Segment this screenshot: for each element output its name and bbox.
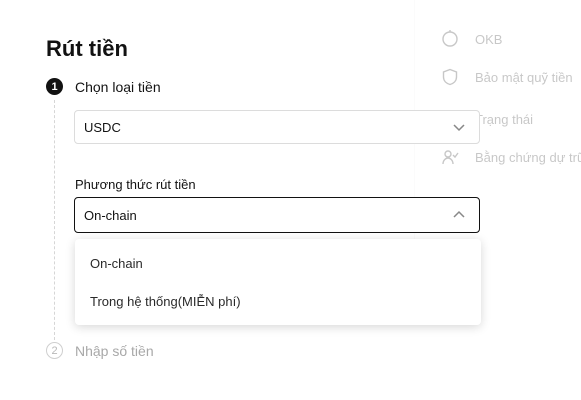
side-item-security[interactable]: Bảo mật quỹ tiền — [441, 68, 573, 86]
dropdown-option-internal[interactable]: Trong hệ thống(MIỄN phí) — [90, 294, 241, 309]
step-1-number: 1 — [46, 78, 63, 95]
step-1-label: Chọn loại tiền — [75, 79, 161, 95]
withdraw-method-select[interactable]: On-chain — [74, 197, 480, 233]
currency-select[interactable]: USDC — [74, 110, 480, 144]
side-item-okb[interactable]: OKB — [441, 30, 502, 48]
side-item-label: OKB — [475, 31, 503, 47]
side-item-label: Trạng thái — [475, 111, 534, 127]
withdraw-method-value: On-chain — [84, 207, 137, 223]
shield-icon — [441, 68, 459, 86]
chevron-up-icon — [452, 208, 466, 222]
side-item-label: Bằng chứng dự trữ — [475, 149, 581, 165]
side-item-label: Bảo mật quỹ tiền — [475, 69, 573, 85]
step-2-label: Nhập số tiền — [75, 343, 154, 359]
side-item-reserves[interactable]: Bằng chứng dự trữ — [441, 148, 581, 166]
okb-icon — [441, 30, 459, 48]
dropdown-option-on-chain[interactable]: On-chain — [90, 256, 143, 271]
step-connector — [54, 100, 55, 340]
currency-select-value: USDC — [84, 119, 121, 135]
step-2-number: 2 — [46, 342, 63, 359]
withdraw-method-dropdown: On-chain Trong hệ thống(MIỄN phí) — [75, 239, 481, 325]
chevron-down-icon — [452, 120, 466, 134]
page-title: Rút tiền — [46, 36, 128, 61]
reserve-icon — [441, 148, 459, 166]
withdraw-method-label: Phương thức rút tiền — [75, 177, 196, 192]
